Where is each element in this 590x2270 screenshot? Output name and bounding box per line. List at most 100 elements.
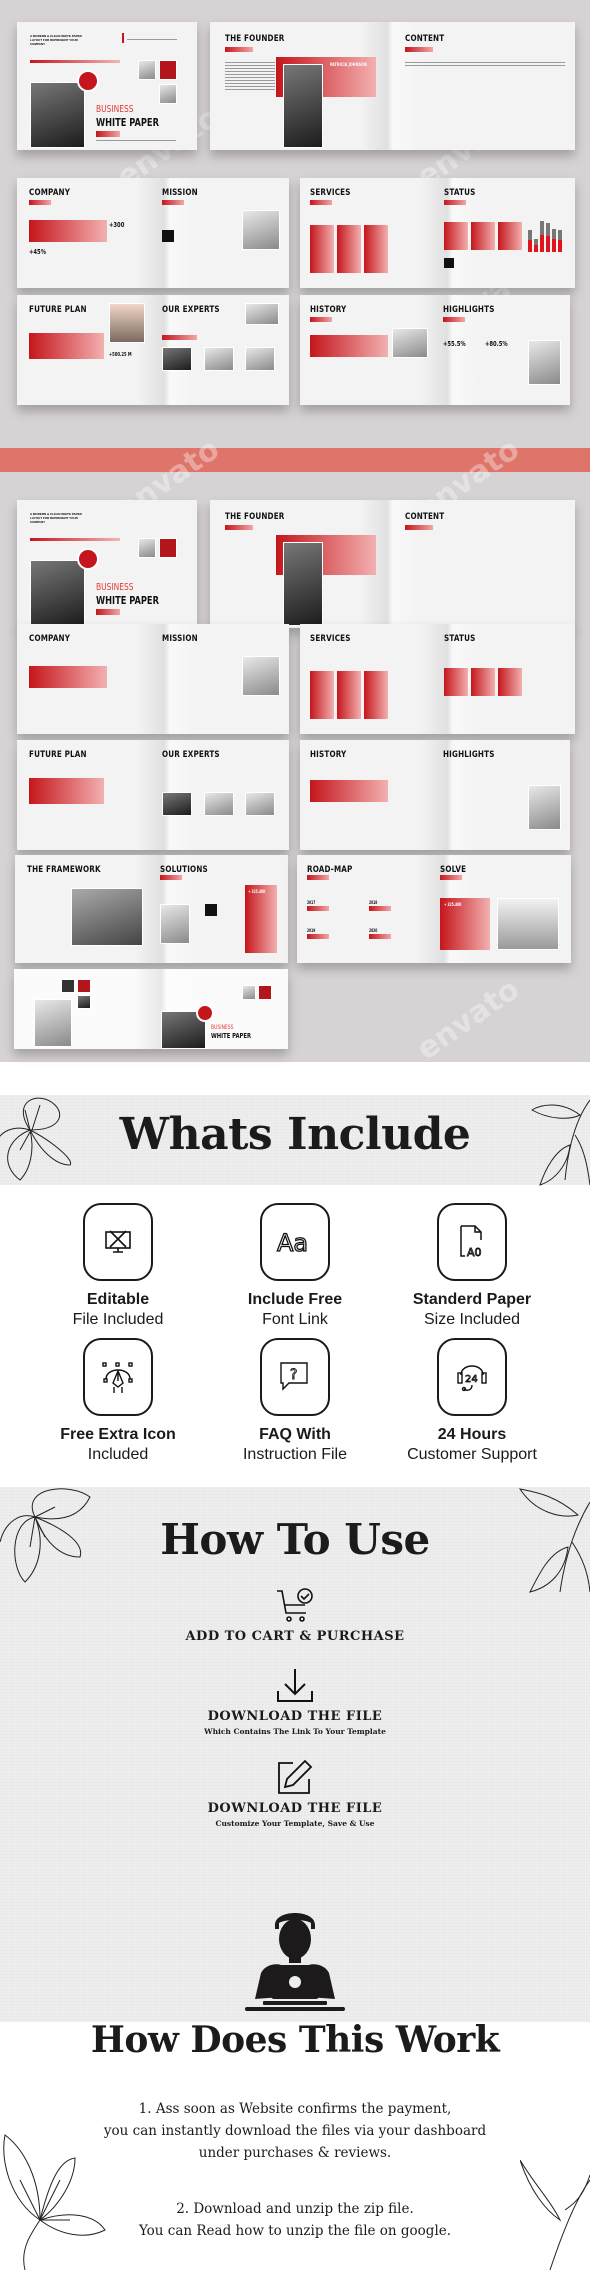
svg-text:A0: A0 (467, 1246, 482, 1259)
cover-tagline: A MODERN & CLEAN WHITE PAPER LAYOUT FOR … (30, 512, 82, 524)
team-photo (528, 785, 561, 830)
framework-solutions-spread: THE FRAMEWORK SOLUTIONS + 325.40K (15, 855, 288, 963)
page-title: THE FOUNDER (225, 512, 285, 522)
page-title: SOLUTIONS (160, 865, 208, 875)
page-title: STATUS (444, 634, 476, 644)
eye-photo-red (159, 60, 177, 80)
feature-editable: Editable File Included (33, 1203, 203, 1329)
team-photo (528, 340, 561, 385)
page-title: HIGHLIGHTS (443, 305, 495, 315)
chart-bar-red (528, 240, 532, 252)
instruction-line: You can Read how to unzip the file on go… (138, 2223, 452, 2239)
feature-subtitle: Size Included (423, 1311, 521, 1328)
stat: +45% (29, 248, 46, 256)
history-highlights-spread: HISTORY HIGHLIGHTS +55.5% +80.5% (300, 295, 570, 405)
feature-icon-frame (83, 1338, 153, 1416)
woman-photo (242, 210, 280, 250)
stat: + 325.40K (444, 902, 462, 907)
cover-title-black: WHITE PAPER (96, 116, 159, 129)
instruction-line: 2. Download and unzip the zip file. (176, 2201, 414, 2217)
page-title: HISTORY (310, 305, 347, 315)
man-portrait (30, 82, 85, 148)
page-title: ROAD-MAP (307, 865, 353, 875)
feature-title: FAQ With (259, 1426, 331, 1443)
chart-bar-red (540, 235, 544, 252)
page-title: CONTENT (405, 512, 445, 522)
feature-paper: A0 Standerd Paper Size Included (387, 1203, 557, 1329)
company-mission-spread: COMPANY MISSION (17, 624, 289, 734)
company-badge (77, 548, 99, 570)
roadmap-solve-spread: ROAD-MAP 2017 2018 2019 2020 SOLVE + 325… (297, 855, 571, 963)
expert-photo (245, 347, 275, 371)
cover-title-red: BUSINESS (211, 1024, 234, 1031)
feature-icons: Free Extra Icon Included (33, 1338, 203, 1464)
chart-bar-red (558, 240, 562, 252)
page-title: THE FRAMEWORK (27, 865, 101, 875)
step-customize: DOWNLOAD THE FILE Customize Your Templat… (0, 1759, 590, 1828)
face-photo (159, 84, 177, 104)
stat: +500.25 M (109, 352, 132, 358)
swatch-photo-red (77, 979, 91, 993)
cover-page-mockup: A MODERN & CLEAN WHITE PAPER LAYOUT FOR … (17, 500, 197, 628)
expert-photo (204, 347, 234, 371)
whats-include-header: Whats Include (0, 1095, 590, 1186)
headset-24-icon: 24 (457, 1365, 487, 1392)
page-title: COMPANY (29, 188, 71, 198)
feature-icon-frame (83, 1203, 153, 1281)
watermark: envato (410, 971, 526, 1068)
back-cover-spread: BUSINESS WHITE PAPER (14, 969, 288, 1049)
svg-text:24: 24 (465, 1374, 478, 1385)
stat: +80.5% (485, 340, 508, 348)
page-title: OUR EXPERTS (162, 305, 220, 315)
page-title: CONTENT (405, 34, 445, 44)
founder-name: PATRICIA JOHNSON (330, 62, 367, 67)
paper-a0-icon: A0 (460, 1225, 482, 1259)
man-portrait (34, 999, 72, 1047)
font-aa-icon: Aa (276, 1228, 308, 1257)
step-subtitle: Customize Your Template, Save & Use (215, 1819, 375, 1828)
expert-photo (162, 792, 192, 816)
mockup-gallery-top: envato envato envato A MODERN & CLEAN WH… (0, 0, 590, 448)
stat: +55.5% (443, 340, 466, 348)
page-title: FUTURE PLAN (29, 750, 87, 760)
feature-title: Editable (86, 1291, 150, 1308)
edit-icon (278, 1759, 313, 1794)
feature-subtitle: File Included (72, 1311, 164, 1328)
step-title: DOWNLOAD THE FILE (207, 1709, 383, 1724)
city-photo (392, 328, 428, 358)
instruction-2: 2. Download and unzip the zip file. You … (0, 2198, 590, 2242)
how-does-this-work-title: How Does This Work (90, 2019, 500, 2061)
history-highlights-spread: HISTORY HIGHLIGHTS (300, 740, 570, 850)
feature-title: Free Extra Icon (60, 1426, 176, 1443)
company-badge (77, 70, 99, 92)
mockup-gallery-bottom: envato envato envato A MODERN & CLEAN WH… (0, 432, 590, 1067)
year: 2018 (369, 900, 378, 905)
founder-content-spread: THE FOUNDER CONTENT (210, 500, 575, 628)
feature-icon-frame: Aa (260, 1203, 330, 1281)
pen-tool-bezier-icon (102, 1362, 133, 1393)
how-to-use-section: How To Use ADD TO CART & PURCHASE DOWNLO… (0, 1487, 590, 2061)
skyline-photo (497, 898, 559, 950)
expert-photo (162, 347, 192, 371)
feature-support: 24 24 Hours Customer Support (387, 1338, 557, 1464)
page-title: OUR EXPERTS (162, 750, 220, 760)
svg-text:Aa: Aa (277, 1229, 308, 1257)
cover-title-red: BUSINESS (96, 582, 134, 593)
feature-title: Include Free (247, 1291, 343, 1308)
swatch-photo (77, 995, 91, 1009)
page-title: HISTORY (310, 750, 347, 760)
company-mission-spread: COMPANY +300 +45% MISSION (17, 178, 289, 288)
feature-font: Aa Include Free Font Link (210, 1203, 380, 1329)
page-title: COMPANY (29, 634, 71, 644)
status-bar-chart (526, 216, 566, 252)
feature-faq: ? FAQ With Instruction File (210, 1338, 380, 1464)
cover-page-mockup: A MODERN & CLEAN WHITE PAPER LAYOUT FOR … (17, 22, 197, 150)
cover-tagline: A MODERN & CLEAN WHITE PAPER LAYOUT FOR … (30, 34, 82, 46)
services-status-spread: SERVICES STATUS (300, 624, 575, 734)
instruction-line: 1. Ass soon as Website confirms the paym… (138, 2101, 452, 2117)
eye-photo-red (258, 985, 272, 1000)
services-status-spread: SERVICES STATUS (300, 178, 575, 288)
stat: +300 (109, 221, 125, 229)
year: 2020 (369, 928, 378, 933)
swatch-photo (61, 979, 75, 993)
